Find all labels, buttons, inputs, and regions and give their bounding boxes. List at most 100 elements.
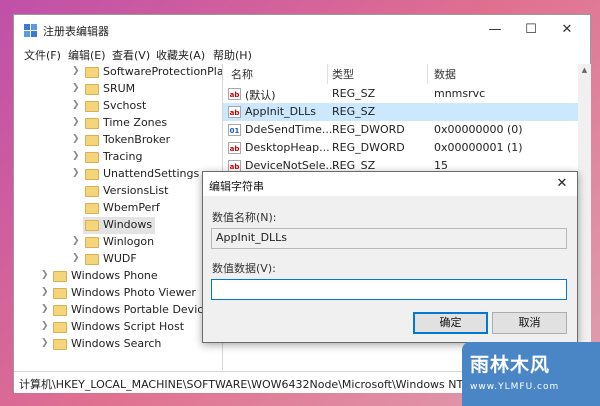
- folder-icon: [53, 288, 67, 299]
- value-data: mnmsrvc: [434, 87, 486, 100]
- tree-item-label: Windows Phone: [71, 269, 158, 282]
- tree-item[interactable]: ❯ Windows Search: [14, 336, 222, 353]
- close-icon[interactable]: ✕: [552, 20, 582, 40]
- chevron-right-icon[interactable]: ❯: [72, 151, 81, 163]
- tree-item-label: TokenBroker: [103, 133, 171, 146]
- tree-item-label: Svchost: [103, 99, 147, 112]
- value-type: REG_DWORD: [332, 141, 405, 154]
- tree-item-label: Windows Portable Devices: [71, 303, 216, 316]
- tree-item[interactable]: ❯ Winlogon: [14, 234, 222, 251]
- watermark-url: www.YLMFU.com: [470, 382, 560, 392]
- folder-icon: [85, 237, 99, 248]
- maximize-icon[interactable]: ☐: [516, 20, 546, 40]
- chevron-right-icon[interactable]: ❯: [72, 168, 81, 180]
- menu-help[interactable]: 帮助(H): [213, 47, 252, 63]
- tree-item[interactable]: ❯ Windows Phone: [14, 268, 222, 285]
- chevron-right-icon[interactable]: ❯: [72, 236, 81, 248]
- column-divider[interactable]: [327, 64, 328, 84]
- folder-icon: [53, 322, 67, 333]
- tree-item[interactable]: ❯ SRUM: [14, 81, 222, 98]
- string-value-icon: ab: [228, 88, 241, 100]
- column-divider[interactable]: [427, 64, 428, 84]
- folder-icon: [85, 220, 99, 231]
- dialog-title-bar[interactable]: 编辑字符串 ✕: [203, 172, 577, 196]
- column-header-name[interactable]: 名称: [231, 66, 253, 82]
- registry-tree[interactable]: ❯ SoftwareProtectionPla ❯ SRUM ❯ Svchost…: [14, 64, 223, 370]
- chevron-right-icon[interactable]: ❯: [41, 338, 50, 350]
- menu-file[interactable]: 文件(F): [24, 47, 61, 63]
- tree-item[interactable]: ❯ Windows Portable Devices: [14, 302, 222, 319]
- folder-icon: [85, 169, 99, 180]
- chevron-right-icon[interactable]: ❯: [41, 287, 50, 299]
- tree-item[interactable]: ❯ Windows Script Host: [14, 319, 222, 336]
- list-row[interactable]: 01 DdeSendTime... REG_DWORD 0x00000000 (…: [223, 121, 578, 139]
- tree-item[interactable]: ❯ Tracing: [14, 149, 222, 166]
- close-icon[interactable]: ✕: [553, 175, 571, 193]
- value-type: REG_SZ: [332, 105, 376, 118]
- window-title: 注册表编辑器: [43, 25, 109, 38]
- registry-path: 计算机\HKEY_LOCAL_MACHINE\SOFTWARE\WOW6432N…: [19, 378, 497, 391]
- chevron-right-icon[interactable]: ❯: [72, 100, 81, 112]
- menu-favorites[interactable]: 收藏夹(A): [156, 47, 205, 63]
- chevron-right-icon[interactable]: ❯: [72, 117, 81, 129]
- value-type: REG_DWORD: [332, 123, 405, 136]
- menu-edit[interactable]: 编辑(E): [68, 47, 106, 63]
- scroll-up-icon[interactable]: ▲: [578, 64, 591, 77]
- value-name: DdeSendTime...: [245, 123, 333, 136]
- chevron-right-icon[interactable]: ❯: [72, 66, 81, 78]
- folder-icon: [85, 118, 99, 129]
- tree-item[interactable]: ❯ UnattendSettings: [14, 166, 222, 183]
- folder-icon: [85, 254, 99, 265]
- tree-item-label: Windows: [103, 218, 153, 231]
- tree-item-label: SRUM: [103, 82, 136, 95]
- menu-view[interactable]: 查看(V): [112, 47, 150, 63]
- value-name: DesktopHeap...: [245, 141, 330, 154]
- folder-icon: [53, 339, 67, 350]
- tree-item[interactable]: ❯ SoftwareProtectionPla: [14, 64, 222, 81]
- tree-item[interactable]: ❯ Windows Photo Viewer: [14, 285, 222, 302]
- tree-item[interactable]: WbemPerf: [14, 200, 222, 217]
- tree-item-label: SoftwareProtectionPla: [103, 65, 223, 78]
- chevron-right-icon[interactable]: ❯: [72, 83, 81, 95]
- column-header-data[interactable]: 数据: [434, 66, 456, 82]
- list-row-selected[interactable]: ab AppInit_DLLs REG_SZ: [223, 103, 578, 121]
- tree-item-label: Time Zones: [103, 116, 168, 129]
- value-name: AppInit_DLLs: [245, 105, 317, 118]
- tree-item[interactable]: ❯ TokenBroker: [14, 132, 222, 149]
- column-header-type[interactable]: 类型: [332, 66, 354, 82]
- title-bar[interactable]: 注册表编辑器 — ☐ ✕: [14, 15, 590, 45]
- tree-item-label: VersionsList: [103, 184, 169, 197]
- value-name-field: AppInit_DLLs: [211, 228, 567, 249]
- chevron-right-icon[interactable]: ❯: [41, 270, 50, 282]
- tree-item[interactable]: ❯ WUDF: [14, 251, 222, 268]
- list-row[interactable]: ab DesktopHeap... REG_DWORD 0x00000001 (…: [223, 139, 578, 157]
- folder-icon: [85, 203, 99, 214]
- chevron-right-icon[interactable]: ❯: [72, 253, 81, 265]
- tree-item-label: Winlogon: [103, 235, 155, 248]
- string-value-icon: ab: [228, 142, 241, 154]
- cancel-button[interactable]: 取消: [492, 312, 567, 334]
- value-name-label: 数值名称(N):: [212, 211, 277, 224]
- minimize-icon[interactable]: —: [480, 20, 510, 40]
- dword-value-icon: 01: [228, 124, 241, 136]
- folder-icon: [53, 271, 67, 282]
- chevron-right-icon[interactable]: ❯: [41, 321, 50, 333]
- folder-icon: [85, 101, 99, 112]
- tree-item[interactable]: VersionsList: [14, 183, 222, 200]
- chevron-right-icon[interactable]: ❯: [72, 134, 81, 146]
- value-type: REG_SZ: [332, 87, 376, 100]
- edit-string-dialog: 编辑字符串 ✕ 数值名称(N): AppInit_DLLs 数值数据(V): 确…: [202, 171, 578, 343]
- watermark-logo: 雨林木风 www.YLMFU.com: [462, 342, 600, 406]
- tree-item[interactable]: ❯ Time Zones: [14, 115, 222, 132]
- ok-button[interactable]: 确定: [413, 312, 488, 334]
- tree-item[interactable]: ❯ Svchost: [14, 98, 222, 115]
- folder-icon: [85, 84, 99, 95]
- tree-item-label: Windows Search: [71, 337, 162, 350]
- tree-item-label: Windows Photo Viewer: [71, 286, 196, 299]
- value-data-input[interactable]: [211, 279, 567, 300]
- chevron-right-icon[interactable]: ❯: [41, 304, 50, 316]
- vertical-scrollbar[interactable]: ▲ ▼: [578, 64, 591, 370]
- list-row[interactable]: ab (默认) REG_SZ mnmsrvc: [223, 85, 578, 103]
- watermark-text: 雨林木风: [470, 354, 551, 376]
- tree-item-selected[interactable]: Windows: [83, 217, 155, 234]
